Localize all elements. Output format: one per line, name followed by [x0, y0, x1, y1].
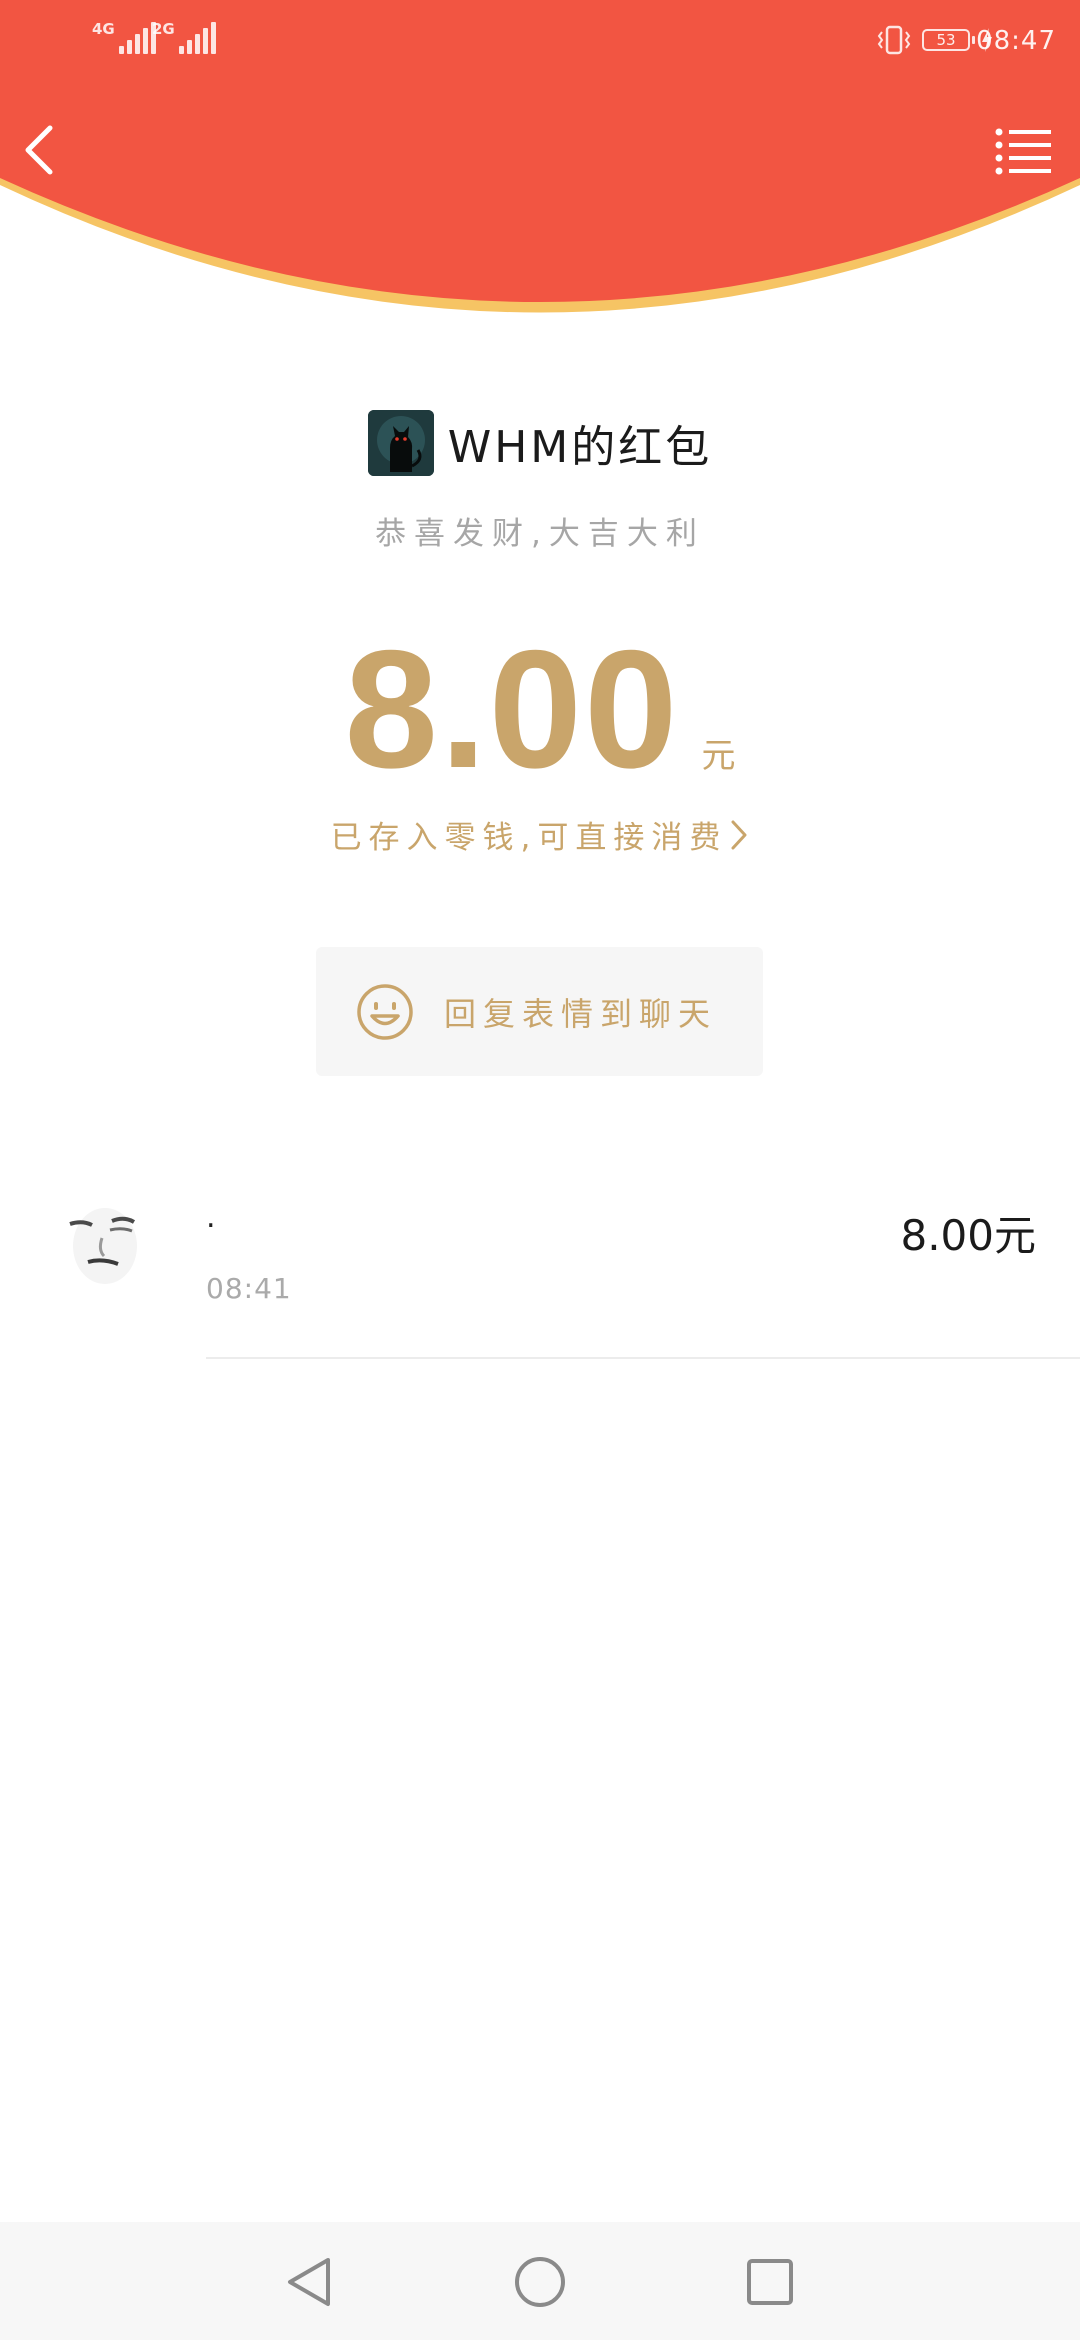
- sender-name: WHM的红包: [447, 422, 713, 473]
- receiver-time: 08:41: [206, 1272, 292, 1305]
- reply-button-label: 回复表情到聊天: [444, 994, 718, 1033]
- blessing-text: 恭喜发财,大吉大利: [375, 516, 705, 552]
- amount-value: 8.00: [344, 615, 680, 803]
- sim2-network-type: 2G: [152, 20, 175, 38]
- reply-sticker-button[interactable]: 回复表情到聊天: [316, 947, 763, 1076]
- sender-avatar[interactable]: [367, 410, 434, 476]
- amount-unit: 元: [701, 736, 736, 776]
- red-packet-detail-page: 4G 2G 53 08:47 WHM的红包 恭喜发财,大吉大利 8.00 元 已…: [0, 0, 1080, 2340]
- sim1-network-type: 4G: [92, 20, 115, 38]
- square-recents-icon[interactable]: [740, 2252, 800, 2312]
- amount-display: 8.00 元: [0, 625, 1080, 793]
- battery-indicator: 53: [922, 29, 975, 51]
- sender-row: WHM的红包: [0, 410, 1080, 476]
- circle-home-icon[interactable]: [510, 2252, 570, 2312]
- receiver-list-item: . 08:41 8.00元: [0, 1180, 1080, 1358]
- sim1-signal: 4G: [92, 22, 156, 54]
- list-divider: [206, 1357, 1080, 1359]
- receiver-name: .: [206, 1200, 216, 1235]
- chevron-right-icon: [731, 820, 747, 849]
- status-time: 08:47: [976, 26, 1056, 56]
- system-navigation-bar: [0, 2222, 1080, 2340]
- receiver-amount: 8.00元: [900, 1211, 1036, 1260]
- smiley-icon: [357, 983, 413, 1040]
- receiver-avatar[interactable]: [60, 1200, 150, 1290]
- status-bar: 4G 2G 53 08:47: [0, 0, 1080, 90]
- vibrate-icon: [877, 25, 911, 55]
- signal-bars-icon: [118, 22, 156, 54]
- signal-bars-icon: [178, 22, 216, 54]
- sim2-signal: 2G: [152, 22, 216, 54]
- triangle-back-icon[interactable]: [280, 2252, 340, 2312]
- change-balance-link[interactable]: 已存入零钱,可直接消费: [0, 812, 1080, 857]
- list-menu-icon[interactable]: [994, 126, 1054, 178]
- change-link-label: 已存入零钱,可直接消费: [330, 820, 728, 856]
- back-chevron-icon[interactable]: [14, 120, 64, 180]
